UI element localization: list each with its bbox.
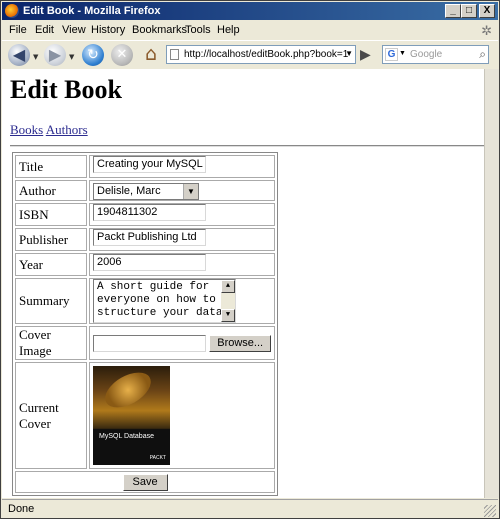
- browser-window: Edit Book - Mozilla Firefox _ □ X File E…: [0, 0, 500, 519]
- menu-view[interactable]: View: [62, 24, 86, 36]
- title-label: Title: [15, 155, 87, 178]
- search-placeholder[interactable]: Google: [410, 49, 442, 60]
- maximize-button[interactable]: □: [461, 4, 477, 18]
- menu-bookmarks[interactable]: Bookmarks: [132, 24, 187, 36]
- summary-text[interactable]: A short guide for everyone on how to str…: [97, 281, 222, 319]
- address-text[interactable]: http://localhost/editBook.php?book=1: [184, 49, 348, 60]
- status-text: Done: [8, 503, 35, 515]
- back-arrow-icon[interactable]: ◀: [8, 44, 30, 66]
- address-dropdown-icon[interactable]: ▼: [345, 49, 353, 58]
- cover-publisher-logo: PACKT: [149, 455, 166, 461]
- menu-help[interactable]: Help: [217, 24, 240, 36]
- address-bar[interactable]: http://localhost/editBook.php?book=1 ▼: [166, 45, 356, 64]
- isbn-cell: 1904811302: [89, 203, 276, 226]
- menu-history[interactable]: History: [91, 24, 125, 36]
- cover-artwork: [99, 366, 157, 415]
- navigation-toolbar: ◀ ▼ ▶ ▼ ↻ ✕ ⌂ http://localhost/editBook.…: [2, 40, 498, 70]
- browse-button[interactable]: Browse...: [209, 334, 272, 352]
- title-bar: Edit Book - Mozilla Firefox _ □ X: [2, 2, 498, 20]
- summary-textarea[interactable]: A short guide for everyone on how to str…: [93, 279, 236, 323]
- year-input[interactable]: 2006: [93, 254, 206, 271]
- menu-edit[interactable]: Edit: [35, 24, 54, 36]
- cover-image-cell: Browse...: [89, 326, 276, 360]
- nav-links: Books Authors: [10, 122, 88, 138]
- publisher-input[interactable]: Packt Publishing Ltd: [93, 229, 206, 246]
- save-button[interactable]: Save: [122, 473, 168, 491]
- current-cover-cell: MySQL Database PACKT: [89, 362, 276, 469]
- forward-arrow-icon[interactable]: ▶: [44, 44, 66, 66]
- edit-book-form: Title Creating your MySQL D Author Delis…: [12, 152, 279, 496]
- title-cell: Creating your MySQL D: [89, 155, 276, 178]
- window-title: Edit Book - Mozilla Firefox: [23, 5, 161, 17]
- menu-file[interactable]: File: [9, 24, 27, 36]
- menu-bar: File Edit View History Bookmarks Tools H…: [2, 21, 498, 39]
- scroll-up-icon[interactable]: ▲: [221, 280, 235, 293]
- cover-file-input[interactable]: [93, 334, 206, 352]
- author-select-value: Delisle, Marc: [97, 184, 161, 197]
- cover-title: MySQL Database: [99, 433, 154, 440]
- books-link[interactable]: Books: [10, 122, 43, 137]
- page-icon: [170, 49, 179, 60]
- cover-image-label: Cover Image: [15, 326, 87, 360]
- save-cell: Save: [15, 471, 276, 493]
- close-button[interactable]: X: [479, 4, 495, 18]
- scroll-down-icon[interactable]: ▼: [221, 309, 235, 322]
- isbn-input[interactable]: 1904811302: [93, 204, 206, 221]
- author-cell: Delisle, Marc ▼: [89, 180, 276, 201]
- author-label: Author: [15, 180, 87, 201]
- book-cover-image: MySQL Database PACKT: [93, 366, 170, 465]
- summary-cell: A short guide for everyone on how to str…: [89, 278, 276, 324]
- forward-history-dropdown[interactable]: ▼: [69, 53, 74, 61]
- status-bar: Done: [2, 499, 498, 518]
- current-cover-label: Current Cover: [15, 362, 87, 469]
- textarea-scrollbar[interactable]: ▲ ▼: [221, 280, 235, 322]
- go-arrow-icon[interactable]: ▶: [360, 47, 371, 63]
- firefox-logo-icon: [5, 4, 19, 18]
- back-history-dropdown[interactable]: ▼: [33, 53, 38, 61]
- publisher-cell: Packt Publishing Ltd: [89, 228, 276, 251]
- stop-icon[interactable]: ✕: [111, 44, 133, 66]
- summary-label: Summary: [15, 278, 87, 324]
- page-content: Edit Book Books Authors Title Creating y…: [2, 69, 484, 498]
- divider: [10, 145, 484, 147]
- minimize-button[interactable]: _: [445, 4, 461, 18]
- chevron-down-icon[interactable]: ▼: [183, 183, 198, 199]
- search-box[interactable]: G ▼ Google ⌕: [382, 45, 489, 64]
- publisher-label: Publisher: [15, 228, 87, 251]
- google-engine-icon[interactable]: G: [385, 48, 398, 61]
- title-input[interactable]: Creating your MySQL D: [93, 156, 206, 173]
- menu-tools[interactable]: Tools: [185, 24, 211, 36]
- resize-grip-icon[interactable]: [484, 505, 496, 517]
- year-label: Year: [15, 253, 87, 276]
- authors-link[interactable]: Authors: [46, 122, 88, 137]
- isbn-label: ISBN: [15, 203, 87, 226]
- home-icon[interactable]: ⌂: [140, 44, 162, 66]
- magnifier-icon[interactable]: ⌕: [479, 47, 486, 62]
- throbber-icon: ✲: [481, 23, 492, 38]
- year-cell: 2006: [89, 253, 276, 276]
- page-scrollbar[interactable]: [484, 69, 499, 498]
- page-title: Edit Book: [10, 75, 122, 104]
- reload-icon[interactable]: ↻: [82, 44, 104, 66]
- engine-dropdown-icon[interactable]: ▼: [399, 50, 406, 57]
- author-select[interactable]: Delisle, Marc ▼: [93, 182, 199, 200]
